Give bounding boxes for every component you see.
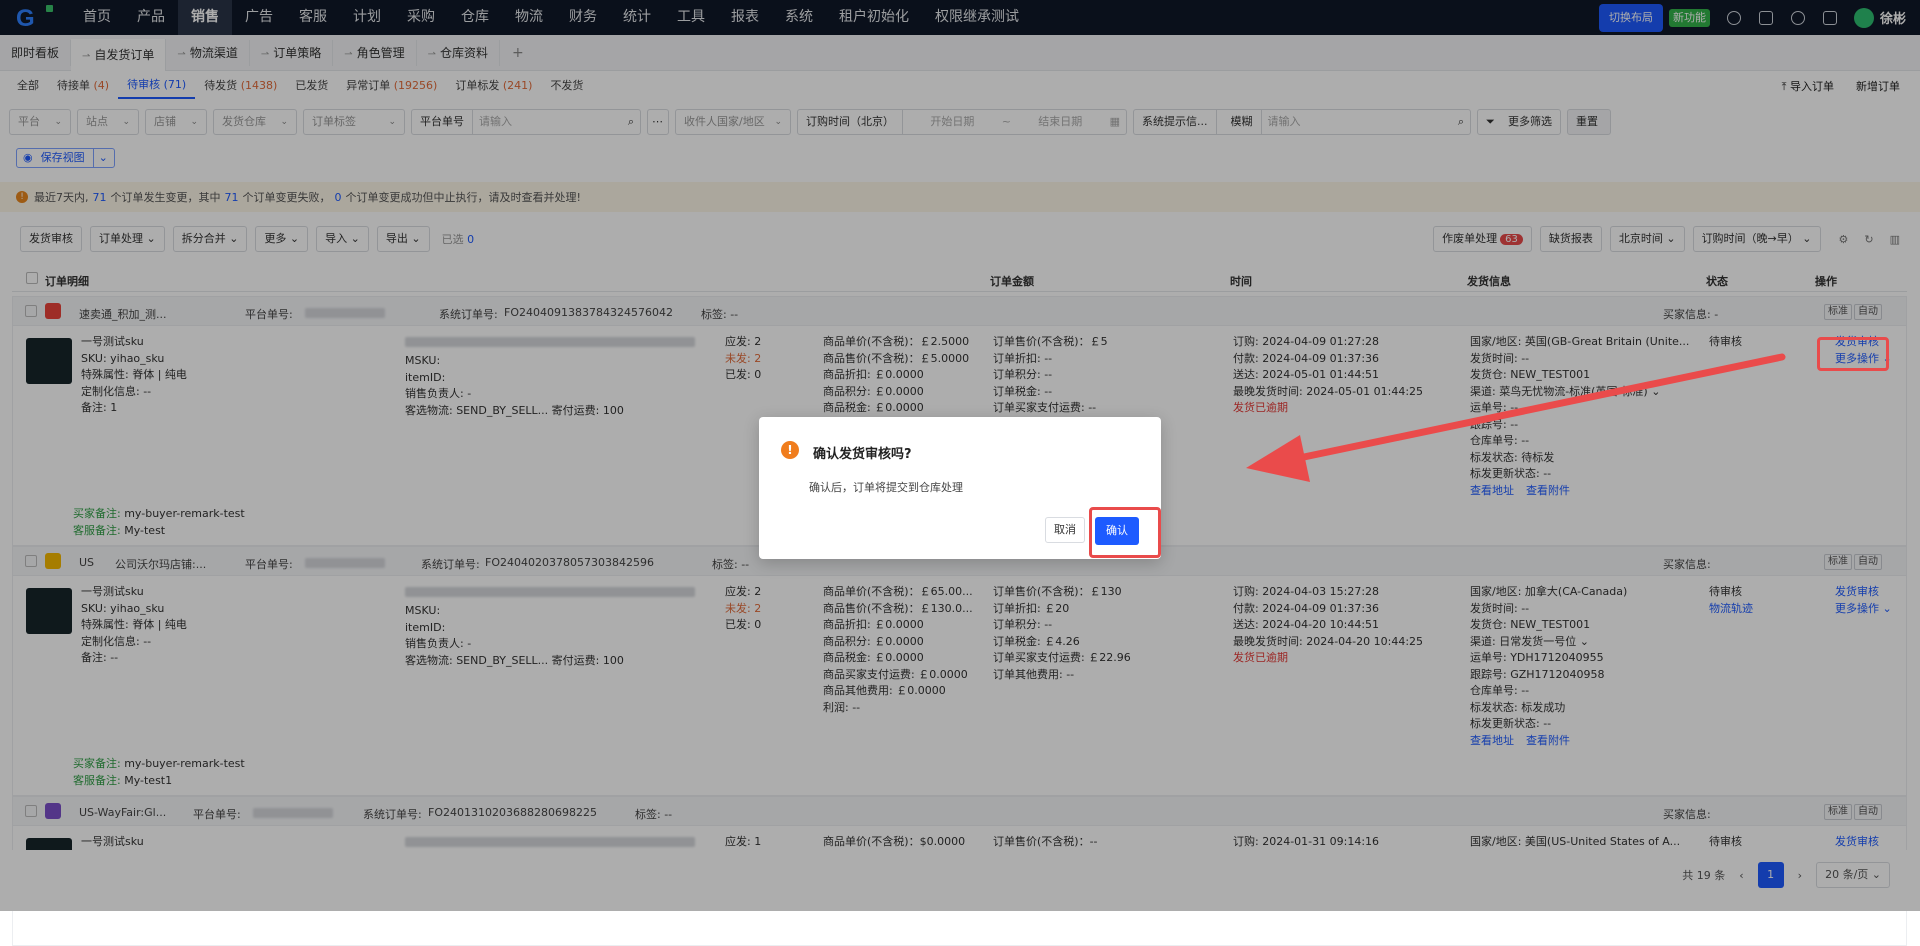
warning-icon: ! — [781, 441, 799, 459]
dialog-body: 确认后，订单将提交到仓库处理 — [809, 481, 963, 494]
cancel-button[interactable]: 取消 — [1045, 517, 1085, 543]
dialog-title: 确认发货审核吗? — [813, 447, 912, 462]
highlight-box-confirm — [1089, 507, 1161, 558]
